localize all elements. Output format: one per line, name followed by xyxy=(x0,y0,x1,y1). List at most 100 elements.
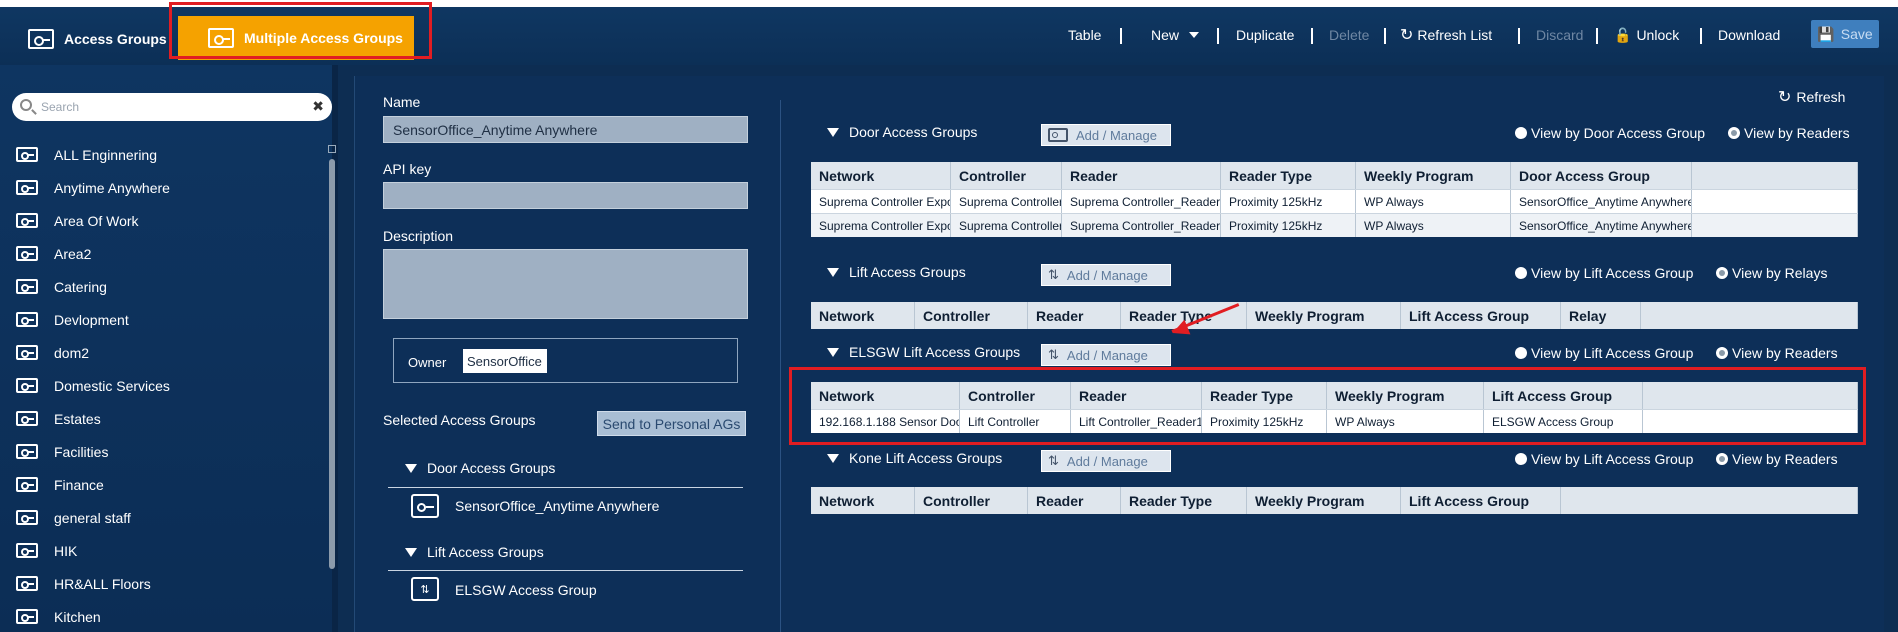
new-button[interactable]: New xyxy=(1151,20,1200,50)
sidebar-item-label: general staff xyxy=(54,509,131,526)
radio-view-by-readers[interactable]: View by Readers xyxy=(1716,345,1838,361)
delete-button[interactable]: Delete xyxy=(1329,20,1369,50)
door-access-groups-header[interactable]: Door Access Groups xyxy=(827,124,977,140)
table-row[interactable]: Suprema Controller Expo Suprema Controlle… xyxy=(811,213,1858,237)
key-card-icon xyxy=(16,312,38,327)
elsgw-groups-header[interactable]: ELSGW Lift Access Groups xyxy=(827,344,1020,360)
key-card-icon xyxy=(16,510,38,525)
key-card-icon xyxy=(16,411,38,426)
sidebar-item[interactable]: Anytime Anywhere xyxy=(16,171,170,204)
save-button[interactable]: 💾 Save xyxy=(1811,20,1879,48)
radio-view-by-door-group[interactable]: View by Door Access Group xyxy=(1515,125,1705,141)
sidebar-item[interactable]: HR&ALL Floors xyxy=(16,567,170,600)
scroll-thumb[interactable] xyxy=(329,159,335,569)
sidebar-item-label: Devlopment xyxy=(54,311,129,328)
sidebar-item[interactable]: Kitchen xyxy=(16,600,170,632)
column-header[interactable]: Reader xyxy=(1028,487,1121,514)
column-header[interactable]: Weekly Program xyxy=(1356,162,1511,189)
column-header[interactable]: Door Access Group xyxy=(1511,162,1692,189)
column-header[interactable] xyxy=(1561,487,1858,514)
column-header[interactable]: Relay xyxy=(1561,302,1641,329)
kone-add-manage-button[interactable]: ⇅ Add / Manage xyxy=(1041,450,1171,472)
radio-view-by-readers[interactable]: View by Readers xyxy=(1716,451,1838,467)
sidebar-item[interactable]: Facilities xyxy=(16,435,170,468)
add-manage-label: Add / Manage xyxy=(1066,453,1148,469)
sidebar-item[interactable]: Domestic Services xyxy=(16,369,170,402)
refresh-list-button[interactable]: ↻ Refresh List xyxy=(1400,20,1492,50)
radio-view-by-lift-group[interactable]: View by Lift Access Group xyxy=(1515,451,1693,467)
key-card-icon xyxy=(16,444,38,459)
column-header[interactable]: Weekly Program xyxy=(1247,302,1401,329)
sidebar-item[interactable]: Area Of Work xyxy=(16,204,170,237)
table-cell: Proximity 125kHz xyxy=(1221,190,1356,213)
toolbar-separator xyxy=(1217,28,1219,44)
sidebar-item[interactable]: Estates xyxy=(16,402,170,435)
lift-access-groups-header[interactable]: Lift Access Groups xyxy=(827,264,966,280)
column-header[interactable]: Controller xyxy=(915,302,1028,329)
key-card-icon xyxy=(16,279,38,294)
toolbar-separator xyxy=(1518,28,1520,44)
column-header[interactable]: Reader Type xyxy=(1221,162,1356,189)
column-header[interactable]: Reader xyxy=(1028,302,1121,329)
table-header: Network Controller Reader Reader Type Weekly… xyxy=(811,302,1858,329)
key-card-icon xyxy=(16,345,38,360)
column-header[interactable]: Controller xyxy=(951,162,1062,189)
radio-view-by-relays[interactable]: View by Relays xyxy=(1716,265,1827,281)
sidebar-item[interactable]: dom2 xyxy=(16,336,170,369)
selected-door-groups-header[interactable]: Door Access Groups xyxy=(405,460,555,476)
column-header[interactable]: Reader Type xyxy=(1121,487,1247,514)
download-button[interactable]: Download xyxy=(1718,20,1780,50)
elsgw-add-manage-button[interactable]: ⇅ Add / Manage xyxy=(1041,344,1171,366)
sidebar-item-label: Anytime Anywhere xyxy=(54,179,170,196)
sidebar-item[interactable]: general staff xyxy=(16,501,170,534)
column-header[interactable]: Weekly Program xyxy=(1247,487,1401,514)
door-add-manage-button[interactable]: Add / Manage xyxy=(1041,124,1171,146)
sidebar-item-label: Catering xyxy=(54,278,107,295)
radio-view-by-readers[interactable]: View by Readers xyxy=(1728,125,1850,141)
description-field[interactable] xyxy=(383,249,748,319)
send-to-personal-ags-button[interactable]: Send to Personal AGs xyxy=(597,411,746,436)
owner-field[interactable]: SensorOffice xyxy=(463,349,547,373)
kone-groups-header[interactable]: Kone Lift Access Groups xyxy=(827,450,1002,466)
search-input[interactable]: Search ✖ xyxy=(12,93,332,121)
sidebar-item[interactable]: Devlopment xyxy=(16,303,170,336)
table-row[interactable]: Suprema Controller Expo Suprema Controlle… xyxy=(811,189,1858,213)
selected-lift-groups-header[interactable]: Lift Access Groups xyxy=(405,544,544,560)
column-header[interactable] xyxy=(1641,302,1858,329)
name-field[interactable]: SensorOffice_Anytime Anywhere xyxy=(383,116,748,143)
duplicate-button[interactable]: Duplicate xyxy=(1236,20,1294,50)
column-header[interactable]: Reader xyxy=(1062,162,1221,189)
sidebar: Search ✖ ALL Enginnering Anytime Anywhere… xyxy=(0,65,338,632)
refresh-button[interactable]: ↻ Refresh xyxy=(1778,87,1845,107)
column-header[interactable]: Network xyxy=(811,162,951,189)
refresh-list-label: Refresh List xyxy=(1417,27,1493,43)
elsgw-groups-title: ELSGW Lift Access Groups xyxy=(849,344,1021,360)
radio-view-by-lift-group[interactable]: View by Lift Access Group xyxy=(1515,265,1693,281)
column-header[interactable]: Lift Access Group xyxy=(1401,302,1561,329)
table-button[interactable]: Table xyxy=(1068,20,1101,50)
radio-view-by-lift-group[interactable]: View by Lift Access Group xyxy=(1515,345,1693,361)
sidebar-item[interactable]: Area2 xyxy=(16,237,170,270)
sidebar-item[interactable]: Finance xyxy=(16,468,170,501)
column-header[interactable]: Controller xyxy=(915,487,1028,514)
lift-add-manage-button[interactable]: ⇅ Add / Manage xyxy=(1041,264,1171,286)
column-header[interactable]: Network xyxy=(811,302,915,329)
api-key-field[interactable] xyxy=(383,182,748,209)
column-divider xyxy=(780,100,781,632)
sidebar-scrollbar[interactable] xyxy=(328,145,336,585)
door-access-table: Network Controller Reader Reader Type Weekly… xyxy=(811,162,1858,237)
unlock-button[interactable]: 🔓 Unlock xyxy=(1614,20,1679,50)
clear-search-icon[interactable]: ✖ xyxy=(312,98,324,115)
key-card-icon xyxy=(1048,128,1068,142)
sidebar-item[interactable]: Catering xyxy=(16,270,170,303)
description-label: Description xyxy=(383,228,454,244)
column-header[interactable]: Lift Access Group xyxy=(1401,487,1561,514)
scroll-up-button[interactable] xyxy=(328,145,336,153)
column-header[interactable] xyxy=(1692,162,1858,189)
sidebar-item[interactable]: HIK xyxy=(16,534,170,567)
selected-lift-group-item[interactable]: ELSGW Access Group xyxy=(455,582,597,598)
column-header[interactable]: Network xyxy=(811,487,915,514)
selected-door-group-item[interactable]: SensorOffice_Anytime Anywhere xyxy=(455,498,659,514)
sidebar-item[interactable]: ALL Enginnering xyxy=(16,138,170,171)
discard-button[interactable]: Discard xyxy=(1536,20,1583,50)
